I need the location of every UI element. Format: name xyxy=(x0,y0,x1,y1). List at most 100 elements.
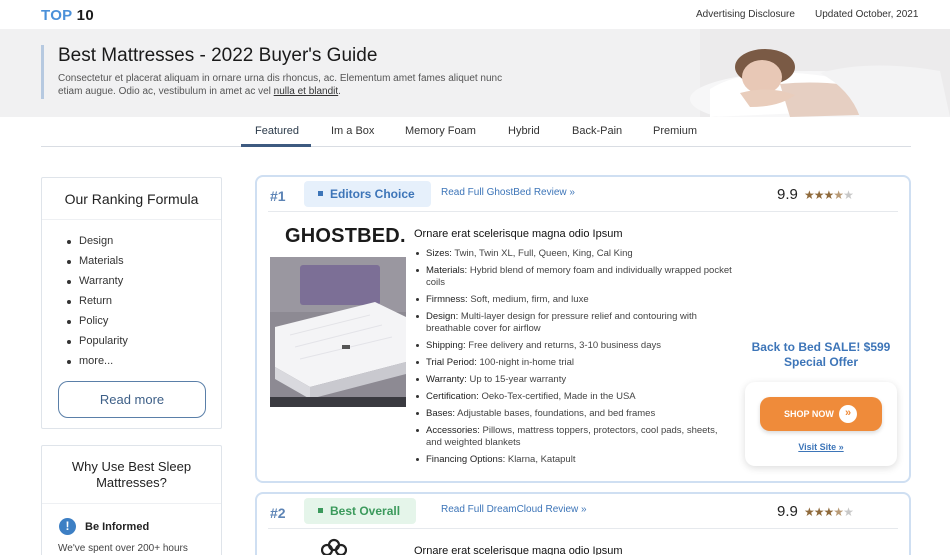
feature-materials: Materials: Hybrid blend of memory foam a… xyxy=(414,265,734,289)
badge-square-icon xyxy=(318,191,323,197)
product-features-list: Sizes: Twin, Twin XL, Full, Queen, King,… xyxy=(414,248,734,471)
feature-label: Trial Period: xyxy=(426,357,477,368)
feature-text: 100-night in-home trial xyxy=(479,357,575,368)
feature-shipping: Shipping: Free delivery and returns, 3-1… xyxy=(414,340,734,352)
dreamcloud-logo-icon[interactable] xyxy=(321,538,347,555)
tab-memory-foam[interactable]: Memory Foam xyxy=(405,125,476,137)
feature-label: Design: xyxy=(426,311,459,322)
best-overall-badge: Best Overall xyxy=(304,498,417,524)
card-divider xyxy=(268,211,898,212)
logo-number-text: 10 xyxy=(76,7,94,24)
hero-description: Consectetur et placerat aliquam in ornar… xyxy=(58,72,508,98)
feature-label: Firmness: xyxy=(426,294,468,305)
feature-label: Warranty: xyxy=(426,374,467,385)
badge-label: Editors Choice xyxy=(330,187,415,201)
ranking-formula-title: Our Ranking Formula xyxy=(42,178,221,220)
editors-choice-badge: Editors Choice xyxy=(304,181,431,207)
star-rating: ★★★★★ xyxy=(804,188,854,202)
feature-label: Sizes: xyxy=(426,248,452,259)
feature-trial-period: Trial Period: 100-night in-home trial xyxy=(414,357,734,369)
why-use-title: Why Use Best Sleep Mattresses? xyxy=(42,446,221,504)
star-icon: ★ xyxy=(823,505,835,519)
badge-label: Best Overall xyxy=(330,504,401,518)
ranking-item-warranty: Warranty xyxy=(67,275,128,295)
ghostbed-logo[interactable]: GHOSTBED. xyxy=(285,225,406,248)
info-alert-icon: ! xyxy=(59,518,76,535)
star-icon: ★ xyxy=(813,188,825,202)
feature-firmness: Firmness: Soft, medium, firm, and luxe xyxy=(414,294,734,306)
feature-bases: Bases: Adjustable bases, foundations, an… xyxy=(414,408,734,420)
product-headline: Ornare erat scelerisque magna odio Ipsum xyxy=(414,545,623,555)
tab-back-pain[interactable]: Back-Pain xyxy=(572,125,622,137)
feature-text: Twin, Twin XL, Full, Queen, King, Cal Ki… xyxy=(454,248,633,259)
read-review-link[interactable]: Read Full DreamCloud Review » xyxy=(441,504,587,515)
mattress-product-image[interactable] xyxy=(270,257,406,407)
feature-label: Shipping: xyxy=(426,340,466,351)
hero-banner: Best Mattresses - 2022 Buyer's Guide Con… xyxy=(0,29,950,117)
star-half-icon: ★ xyxy=(833,188,844,202)
ranking-item-design: Design xyxy=(67,235,128,255)
shop-now-button[interactable]: SHOP NOW » xyxy=(760,397,882,431)
tab-im-a-box[interactable]: Im a Box xyxy=(331,125,374,137)
feature-text: Adjustable bases, foundations, and bed f… xyxy=(457,408,656,419)
active-tab-indicator xyxy=(241,144,311,147)
star-half-icon: ★ xyxy=(833,505,844,519)
hero-description-trailing: . xyxy=(338,86,341,97)
ranking-item-policy: Policy xyxy=(67,315,128,335)
product-rank: #1 xyxy=(270,188,286,204)
feature-accessories: Accessories: Pillows, mattress toppers, … xyxy=(414,425,734,449)
product-headline: Ornare erat scelerisque magna odio Ipsum xyxy=(414,228,623,240)
top-bar: TOP 10 Advertising Disclosure Updated Oc… xyxy=(0,0,950,29)
feature-design: Design: Multi-layer design for pressure … xyxy=(414,311,734,335)
ranking-item-more: more... xyxy=(67,355,128,375)
hero-accent-bar xyxy=(41,45,44,99)
feature-text: Oeko-Tex-certified, Made in the USA xyxy=(481,391,636,402)
feature-certification: Certification: Oeko-Tex-certified, Made … xyxy=(414,391,734,403)
feature-sizes: Sizes: Twin, Twin XL, Full, Queen, King,… xyxy=(414,248,734,260)
star-icon: ★ xyxy=(813,505,825,519)
star-icon: ★ xyxy=(804,505,815,519)
product-score: 9.9 xyxy=(777,186,798,203)
feature-text: Hybrid blend of memory foam and individu… xyxy=(426,265,732,288)
star-empty-icon: ★ xyxy=(843,505,854,519)
tab-premium[interactable]: Premium xyxy=(653,125,697,137)
feature-text: Free delivery and returns, 3-10 business… xyxy=(468,340,662,351)
page-title: Best Mattresses - 2022 Buyer's Guide xyxy=(58,45,378,66)
category-tabs: Featured Im a Box Memory Foam Hybrid Bac… xyxy=(41,117,911,147)
ranking-criteria-list: Design Materials Warranty Return Policy … xyxy=(67,235,128,375)
be-informed-title: Be Informed xyxy=(85,521,150,533)
cta-box: SHOP NOW » Visit Site » xyxy=(745,382,897,466)
badge-square-icon xyxy=(318,508,323,514)
tab-hybrid[interactable]: Hybrid xyxy=(508,125,540,137)
shop-now-label: SHOP NOW xyxy=(784,409,834,419)
feature-financing: Financing Options: Klarna, Katapult xyxy=(414,454,734,466)
why-use-card: Why Use Best Sleep Mattresses? ! Be Info… xyxy=(41,445,222,555)
logo-top-text: TOP xyxy=(41,7,73,24)
site-logo[interactable]: TOP 10 xyxy=(41,7,94,24)
read-more-button[interactable]: Read more xyxy=(58,381,206,418)
ranking-item-return: Return xyxy=(67,295,128,315)
feature-label: Financing Options: xyxy=(426,454,506,465)
star-empty-icon: ★ xyxy=(843,188,854,202)
tab-featured[interactable]: Featured xyxy=(255,125,299,137)
feature-label: Materials: xyxy=(426,265,468,276)
feature-warranty: Warranty: Up to 15-year warranty xyxy=(414,374,734,386)
card-divider xyxy=(268,528,898,529)
read-review-link[interactable]: Read Full GhostBed Review » xyxy=(441,187,575,198)
feature-text: Klarna, Katapult xyxy=(507,454,576,465)
sale-offer-text[interactable]: Back to Bed SALE! $599 Special Offer xyxy=(749,340,893,370)
hero-description-link[interactable]: nulla et blandit xyxy=(274,86,339,97)
ranking-item-materials: Materials xyxy=(67,255,128,275)
be-informed-text: We've spent over 200+ hours xyxy=(58,543,188,554)
arrow-right-icon: » xyxy=(839,405,857,423)
star-icon: ★ xyxy=(823,188,835,202)
sleeping-woman-image xyxy=(680,29,950,117)
product-card-ghostbed: #1 Editors Choice Read Full GhostBed Rev… xyxy=(255,175,911,483)
product-rank: #2 xyxy=(270,505,286,521)
visit-site-link[interactable]: Visit Site » xyxy=(745,442,897,452)
updated-date: Updated October, 2021 xyxy=(815,9,919,20)
product-card-dreamcloud: #2 Best Overall Read Full DreamCloud Rev… xyxy=(255,492,911,555)
ranking-formula-card: Our Ranking Formula Design Materials War… xyxy=(41,177,222,429)
feature-text: Multi-layer design for pressure relief a… xyxy=(426,311,697,334)
advertising-disclosure-link[interactable]: Advertising Disclosure xyxy=(696,9,795,20)
